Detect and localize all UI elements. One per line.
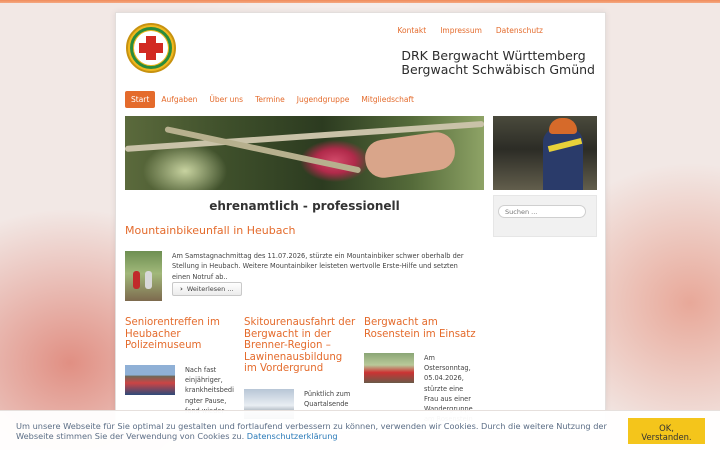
chevron-right-icon: › [180,285,183,293]
cookie-text: Um unsere Webseite für Sie optimal zu ge… [16,421,616,441]
read-more-label: Weiterlesen ... [186,285,234,293]
cookie-accept-button[interactable]: OK, Verstanden. [628,418,705,444]
news-title[interactable]: Bergwacht am Rosenstein im Einsatz [364,317,476,340]
helmet-shape [549,118,577,134]
top-navigation: Kontakt Impressum Datenschutz [397,26,543,35]
news-column-3: Bergwacht am Rosenstein im Einsatz Am Os… [364,317,476,423]
news-snippet: Nach fast einjähriger, krankheitsbedi ng… [185,366,234,415]
topnav-kontakt[interactable]: Kontakt [397,26,426,35]
nav-mitgliedschaft[interactable]: Mitgliedschaft [355,91,420,108]
nav-ueber-uns[interactable]: Über uns [203,91,249,108]
person-shape [145,271,152,289]
topnav-impressum[interactable]: Impressum [440,26,482,35]
nav-start[interactable]: Start [125,91,156,108]
featured-article-title[interactable]: Mountainbikeunfall in Heubach [125,224,295,237]
nav-aufgaben[interactable]: Aufgaben [155,91,203,108]
sidebar-search-box [493,195,597,237]
read-more-button[interactable]: › Weiterlesen ... [172,282,242,296]
search-input[interactable] [498,205,586,218]
cookie-banner: Um unsere Webseite für Sie optimal zu ge… [0,410,720,450]
site-title-line1: DRK Bergwacht Württemberg [401,48,586,63]
nav-termine[interactable]: Termine [249,91,291,108]
news-thumbnail[interactable] [125,365,175,395]
news-thumbnail[interactable] [364,353,414,383]
hand-shape [362,129,458,181]
logo[interactable] [126,23,176,73]
main-navigation: Start Aufgaben Über uns Termine Jugendgr… [125,91,420,108]
tagline: ehrenamtlich - professionell [209,199,400,213]
news-title[interactable]: Skitourenausfahrt der Bergwacht in der B… [244,317,356,375]
red-cross-icon [134,31,168,65]
hero-image [125,116,484,190]
site-title: DRK Bergwacht Württemberg Bergwacht Schw… [401,49,595,77]
sidebar-image [493,116,597,190]
cookie-accept-line2: Verstanden. [641,431,692,442]
page-container: Kontakt Impressum Datenschutz DRK Bergwa… [115,12,606,432]
featured-article-text: Am Samstagnachmittag des 11.07.2026, stü… [172,252,464,281]
news-column-1: Seniorentreffen im Heubacher Polizeimuse… [125,317,237,415]
featured-article-image[interactable] [125,251,162,301]
rescuer-shape [543,128,583,190]
privacy-policy-link[interactable]: Datenschutzerklärung [247,431,338,441]
news-snippet: Pünktlich zum Quartalsende [304,390,351,409]
news-title[interactable]: Seniorentreffen im Heubacher Polizeimuse… [125,317,237,352]
person-shape [133,271,140,289]
nav-jugendgruppe[interactable]: Jugendgruppe [291,91,356,108]
site-title-line2: Bergwacht Schwäbisch Gmünd [401,62,595,77]
news-column-2: Skitourenausfahrt der Bergwacht in der B… [244,317,356,419]
topnav-datenschutz[interactable]: Datenschutz [496,26,543,35]
